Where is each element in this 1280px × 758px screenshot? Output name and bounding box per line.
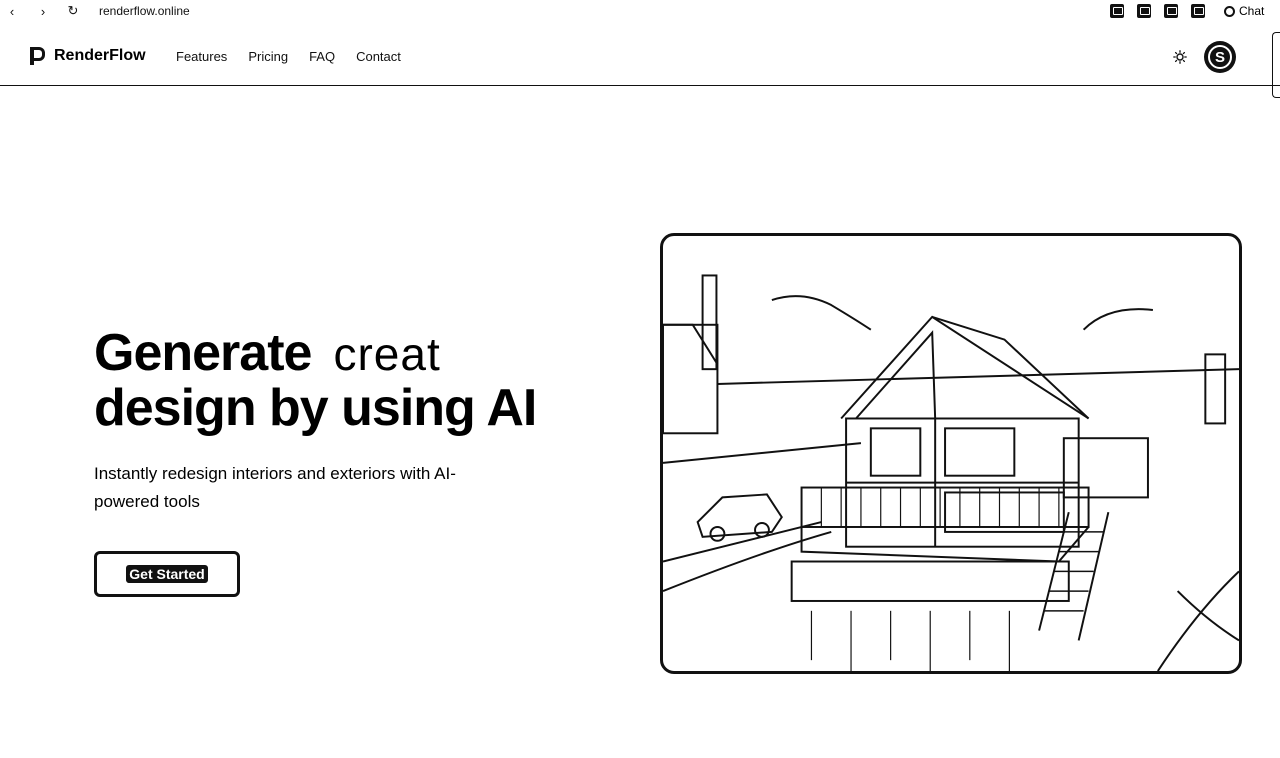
main-nav: Features Pricing FAQ Contact (176, 49, 401, 64)
headline-typed-word: creat (333, 328, 441, 380)
nav-pricing[interactable]: Pricing (248, 49, 288, 64)
extension-icon[interactable] (1191, 4, 1205, 18)
get-started-label: Get Started (126, 565, 208, 583)
chat-label: Chat (1239, 4, 1265, 18)
back-icon[interactable]: ‹ (4, 3, 20, 19)
brand-name: RenderFlow (54, 47, 146, 64)
chat-icon (1224, 5, 1235, 17)
forward-icon[interactable]: › (35, 3, 51, 19)
site-header: RenderFlow Features Pricing FAQ Contact … (0, 28, 1280, 86)
avatar[interactable]: S (1204, 41, 1236, 73)
chat-button[interactable]: Chat (1224, 4, 1264, 18)
logo-icon (28, 46, 46, 66)
reload-icon[interactable]: ↻ (65, 3, 81, 19)
hero-headline: Generate creat design by using AI (94, 324, 537, 437)
hero-subtitle: Instantly redesign interiors and exterio… (94, 464, 456, 511)
nav-features[interactable]: Features (176, 49, 227, 64)
extension-icon[interactable] (1137, 4, 1151, 18)
headline-word: Generate (94, 324, 312, 382)
browser-toolbar: ‹ › ↻ renderflow.online Chat (0, 0, 1280, 24)
house-sketch (663, 274, 1239, 671)
headline-line2: design by using AI (94, 379, 537, 437)
extension-icon[interactable] (1110, 4, 1124, 18)
brand-logo[interactable]: RenderFlow (28, 46, 146, 66)
avatar-initial: S (1208, 45, 1232, 69)
nav-contact[interactable]: Contact (356, 49, 401, 64)
nav-faq[interactable]: FAQ (309, 49, 335, 64)
get-started-button[interactable]: Get Started (94, 551, 240, 597)
sun-icon[interactable] (1173, 50, 1187, 64)
side-panel-handle[interactable] (1272, 32, 1280, 98)
address-bar[interactable]: renderflow.online (99, 4, 190, 18)
hero-house-image (660, 233, 1242, 674)
extension-icon[interactable] (1164, 4, 1178, 18)
